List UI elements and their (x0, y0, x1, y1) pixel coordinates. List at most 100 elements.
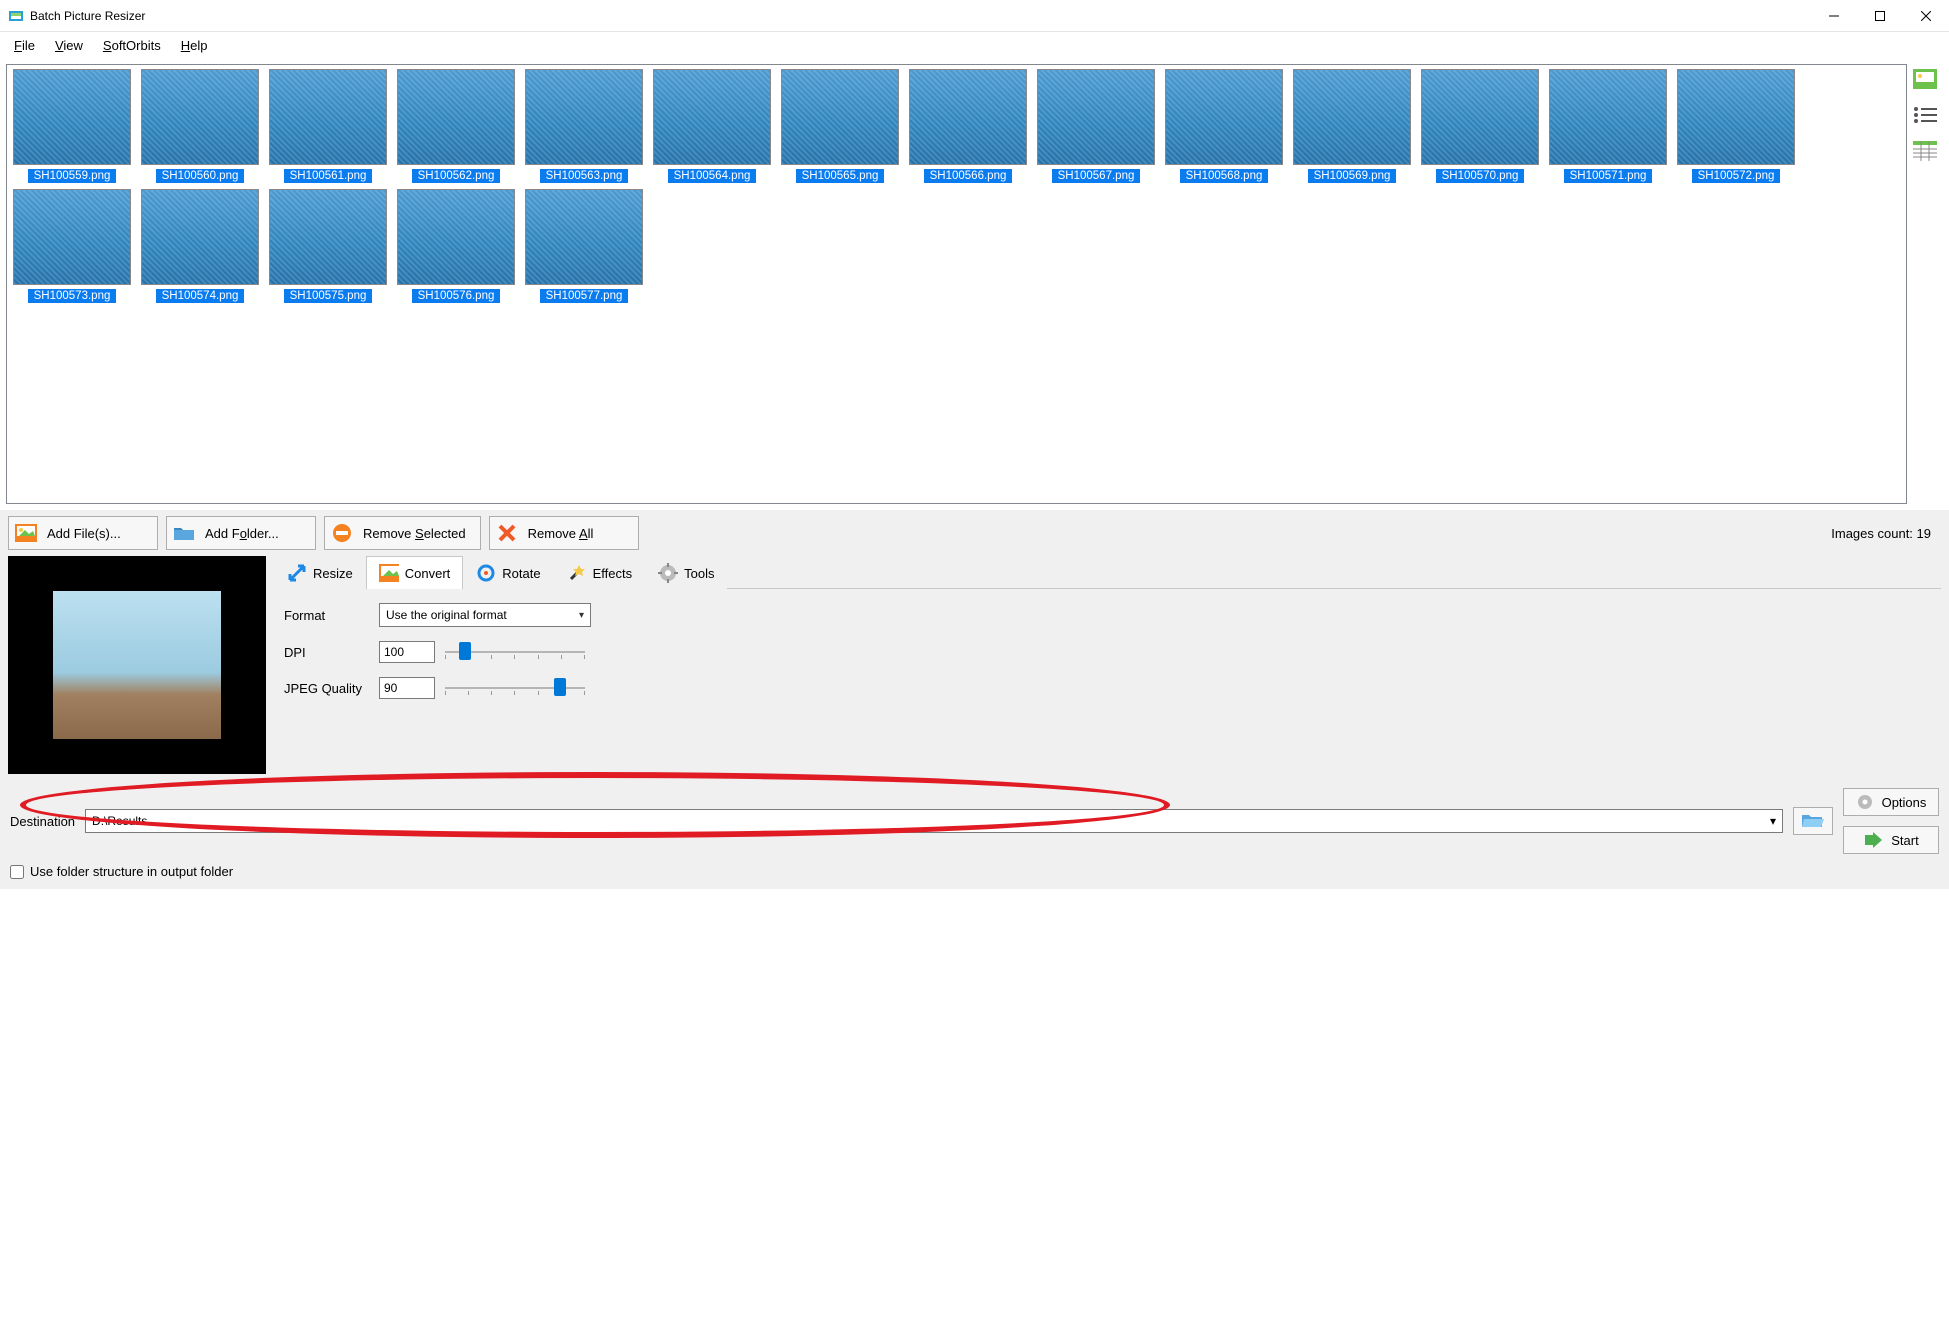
gear-icon (1856, 793, 1874, 811)
menu-file[interactable]: File (4, 35, 45, 56)
thumbnail-image (13, 189, 131, 285)
thumbnail-image (909, 69, 1027, 165)
thumbnail-item[interactable]: SH100571.png (1547, 69, 1669, 183)
format-combo[interactable]: Use the original format ▾ (379, 603, 591, 627)
images-count-label: Images count: 19 (1831, 526, 1941, 541)
menu-view[interactable]: View (45, 35, 93, 56)
thumbnail-label: SH100560.png (156, 169, 245, 183)
format-label: Format (284, 608, 369, 623)
tab-tools-label: Tools (684, 566, 714, 581)
thumbnail-label: SH100565.png (796, 169, 885, 183)
remove-selected-button[interactable]: Remove Selected (324, 516, 481, 550)
maximize-button[interactable] (1857, 0, 1903, 31)
remove-selected-label: Remove Selected (363, 526, 466, 541)
close-button[interactable] (1903, 0, 1949, 31)
thumbnail-item[interactable]: SH100560.png (139, 69, 261, 183)
thumbnail-image (269, 189, 387, 285)
convert-tab-body: Format Use the original format ▾ DPI JPE… (274, 589, 1941, 774)
thumbnail-item[interactable]: SH100570.png (1419, 69, 1541, 183)
thumbnail-item[interactable]: SH100567.png (1035, 69, 1157, 183)
thumbnail-item[interactable]: SH100559.png (11, 69, 133, 183)
tab-effects[interactable]: Effects (554, 556, 646, 589)
tabs-strip: Resize Convert Rotate Effects Tools (274, 556, 1941, 589)
view-list-icon[interactable] (1911, 104, 1939, 126)
thumbnail-image (1037, 69, 1155, 165)
thumbnails-panel[interactable]: SH100559.png SH100560.png SH100561.png SH10… (6, 64, 1907, 504)
window-title: Batch Picture Resizer (30, 9, 1811, 23)
add-folder-label: Add Folder... (205, 526, 279, 541)
options-label: Options (1882, 795, 1927, 810)
tab-convert[interactable]: Convert (366, 556, 464, 589)
thumbnail-image (781, 69, 899, 165)
remove-all-button[interactable]: Remove All (489, 516, 639, 550)
destination-combo[interactable]: D:\Results ▾ (85, 809, 1783, 833)
thumbnail-image (525, 189, 643, 285)
convert-icon (379, 563, 399, 583)
format-value: Use the original format (386, 608, 507, 622)
thumbnail-item[interactable]: SH100569.png (1291, 69, 1413, 183)
thumbnail-label: SH100559.png (28, 169, 117, 183)
menu-softorbits[interactable]: SoftOrbits (93, 35, 171, 56)
thumbnail-item[interactable]: SH100564.png (651, 69, 773, 183)
add-folder-button[interactable]: Add Folder... (166, 516, 316, 550)
browse-folder-button[interactable] (1793, 807, 1833, 835)
menu-help[interactable]: Help (171, 35, 218, 56)
thumbnail-label: SH100576.png (412, 289, 501, 303)
resize-icon (287, 563, 307, 583)
thumbnail-item[interactable]: SH100568.png (1163, 69, 1285, 183)
thumbnail-item[interactable]: SH100577.png (523, 189, 645, 303)
thumbnail-image (397, 189, 515, 285)
tab-resize-label: Resize (313, 566, 353, 581)
thumbnail-label: SH100566.png (924, 169, 1013, 183)
tab-rotate[interactable]: Rotate (463, 556, 553, 589)
thumbnail-item[interactable]: SH100565.png (779, 69, 901, 183)
thumbnail-image (1677, 69, 1795, 165)
thumbnail-label: SH100568.png (1180, 169, 1269, 183)
thumbnail-item[interactable]: SH100576.png (395, 189, 517, 303)
start-button[interactable]: Start (1843, 826, 1939, 854)
thumbnail-label: SH100571.png (1564, 169, 1653, 183)
view-thumbnails-icon[interactable] (1911, 68, 1939, 90)
jpeg-quality-slider[interactable] (445, 678, 585, 698)
minimize-button[interactable] (1811, 0, 1857, 31)
dpi-slider[interactable] (445, 642, 585, 662)
thumbnail-item[interactable]: SH100575.png (267, 189, 389, 303)
thumbnail-item[interactable]: SH100566.png (907, 69, 1029, 183)
dpi-input[interactable] (379, 641, 435, 663)
destination-value: D:\Results (92, 814, 147, 828)
folder-open-icon (1801, 811, 1825, 831)
use-folder-structure-checkbox[interactable] (10, 865, 24, 879)
tab-resize[interactable]: Resize (274, 556, 366, 589)
jpeg-quality-label: JPEG Quality (284, 681, 369, 696)
thumbnail-image (141, 69, 259, 165)
thumbnail-item[interactable]: SH100562.png (395, 69, 517, 183)
add-files-label: Add File(s)... (47, 526, 121, 541)
thumbnail-image (13, 69, 131, 165)
thumbnail-item[interactable]: SH100563.png (523, 69, 645, 183)
folder-icon (173, 522, 195, 544)
titlebar: Batch Picture Resizer (0, 0, 1949, 32)
thumbnail-label: SH100563.png (540, 169, 629, 183)
tab-tools[interactable]: Tools (645, 556, 727, 589)
tab-effects-label: Effects (593, 566, 633, 581)
chevron-down-icon: ▾ (1770, 814, 1776, 828)
remove-all-icon (496, 522, 518, 544)
view-details-icon[interactable] (1911, 140, 1939, 162)
add-files-button[interactable]: Add File(s)... (8, 516, 158, 550)
chevron-down-icon: ▾ (579, 610, 584, 621)
thumbnail-item[interactable]: SH100561.png (267, 69, 389, 183)
thumbnail-label: SH100567.png (1052, 169, 1141, 183)
thumbnail-item[interactable]: SH100572.png (1675, 69, 1797, 183)
remove-all-label: Remove All (528, 526, 594, 541)
thumbnail-item[interactable]: SH100573.png (11, 189, 133, 303)
app-icon (8, 8, 24, 24)
jpeg-quality-input[interactable] (379, 677, 435, 699)
options-button[interactable]: Options (1843, 788, 1939, 816)
thumbnail-image (1421, 69, 1539, 165)
thumbnail-item[interactable]: SH100574.png (139, 189, 261, 303)
view-mode-toolbar (1907, 64, 1943, 504)
thumbnail-image (141, 189, 259, 285)
thumbnail-label: SH100561.png (284, 169, 373, 183)
thumbnail-label: SH100573.png (28, 289, 117, 303)
thumbnail-image (1549, 69, 1667, 165)
